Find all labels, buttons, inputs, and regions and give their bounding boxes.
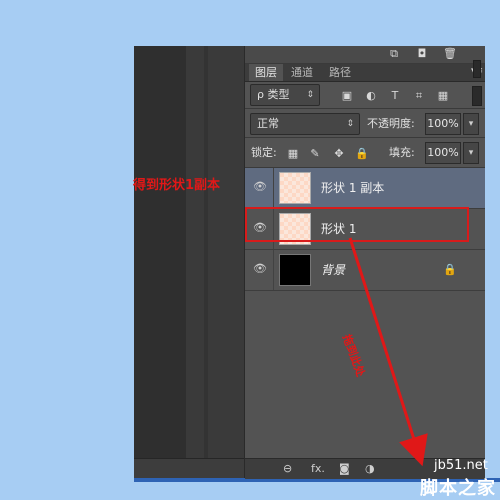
layer-lock-icon: 🔒 (443, 263, 457, 276)
lock-label: 锁定: (251, 146, 277, 159)
fill-label: 填充: (389, 146, 415, 159)
layer-thumbnail (279, 172, 311, 204)
eye-icon[interactable]: 👁 (253, 263, 267, 275)
opacity-label: 不透明度: (367, 117, 415, 130)
panel-scrollbar[interactable] (473, 60, 481, 78)
divider (245, 108, 485, 109)
canvas-status-bar (134, 458, 244, 479)
filter-type-label: ρ 类型 (257, 88, 290, 101)
trash-icon[interactable]: 🗑 (443, 48, 457, 60)
watermark-name: 脚本之家 (420, 478, 496, 499)
annotation-left-label: 得到形状1副本 (133, 178, 221, 193)
visibility-column-divider (273, 250, 274, 290)
new-layer-icon[interactable]: ⧉ (387, 48, 401, 60)
fx-icon[interactable]: fx. (311, 462, 325, 476)
panel-tabs: 图层 通道 路径 ▾≡ (245, 64, 485, 82)
visibility-column-divider (273, 168, 274, 208)
camera-icon[interactable]: ◘ (415, 48, 429, 60)
canvas-divider (204, 46, 208, 480)
adjustment-layer-icon[interactable]: ◑ (365, 462, 375, 476)
blend-mode-value: 正常 (257, 117, 279, 130)
panel-topbar: ⧉ ◘ 🗑 (245, 46, 485, 64)
layer-name: 背景 (321, 263, 346, 277)
opacity-input[interactable]: 100% (425, 113, 461, 135)
chevron-updown-icon: ⇕ (306, 90, 314, 100)
blend-mode-select[interactable]: 正常 ⇕ (250, 113, 360, 135)
shape-filter-icon[interactable]: ⌗ (412, 89, 426, 103)
canvas-area (134, 46, 244, 480)
chevron-updown-icon: ⇕ (346, 119, 354, 129)
lock-brush-icon[interactable]: ✎ (309, 148, 321, 160)
lock-move-icon[interactable]: ✥ (333, 148, 345, 160)
filter-toggle[interactable] (472, 86, 482, 106)
add-mask-icon[interactable]: ◙ (339, 462, 350, 476)
eye-icon[interactable]: 👁 (253, 181, 267, 193)
highlight-box (245, 207, 469, 242)
adjustment-filter-icon[interactable]: ◐ (364, 89, 378, 103)
tab-layers[interactable]: 图层 (249, 64, 283, 81)
fill-input[interactable]: 100% (425, 142, 461, 164)
text-filter-icon[interactable]: T (388, 89, 402, 103)
link-layers-icon[interactable]: ⊖ (283, 462, 292, 476)
layer-name: 形状 1 副本 (321, 181, 385, 195)
layer-thumbnail (279, 254, 311, 286)
image-filter-icon[interactable]: ▣ (340, 89, 354, 103)
filter-type-select[interactable]: ρ 类型 ⇕ (250, 84, 320, 106)
layer-row-background[interactable]: 👁 背景 🔒 (245, 250, 485, 291)
fill-dropdown-icon[interactable]: ▾ (463, 142, 479, 164)
tab-channels[interactable]: 通道 (285, 64, 319, 81)
lock-transparent-icon[interactable]: ▦ (287, 148, 299, 160)
lock-all-icon[interactable]: 🔒 (355, 148, 369, 160)
screenshot: ⧉ ◘ 🗑 图层 通道 路径 ▾≡ ρ 类型 ⇕ ▣ ◐ T ⌗ ▦ 正常 ⇕ … (0, 0, 500, 500)
watermark-site: jb51.net (434, 458, 488, 473)
divider (245, 137, 485, 138)
opacity-dropdown-icon[interactable]: ▾ (463, 113, 479, 135)
layer-row-shape-copy[interactable]: 👁 形状 1 副本 (245, 168, 485, 209)
canvas-column (186, 46, 244, 480)
smart-object-filter-icon[interactable]: ▦ (436, 89, 450, 103)
layers-panel: ⧉ ◘ 🗑 图层 通道 路径 ▾≡ ρ 类型 ⇕ ▣ ◐ T ⌗ ▦ 正常 ⇕ … (244, 46, 485, 479)
tab-paths[interactable]: 路径 (323, 64, 357, 81)
